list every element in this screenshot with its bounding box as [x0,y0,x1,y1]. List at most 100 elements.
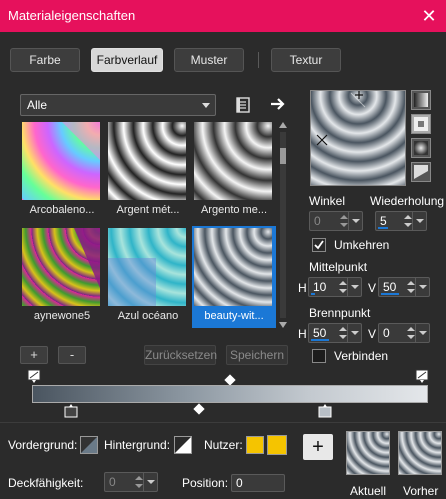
opacity-dropdown[interactable] [143,473,157,491]
invert-checkbox[interactable] [312,238,326,252]
repeats-value: 5 [380,214,387,228]
style-sunburst-button[interactable] [411,138,431,158]
focal-v-dropdown[interactable] [415,324,429,342]
background-swatch[interactable] [174,436,192,454]
scroll-down-icon [279,322,287,328]
gradient-color-stop[interactable] [64,404,78,418]
tab-farbverlauf[interactable]: Farbverlauf [91,48,163,72]
angle-stepper[interactable]: 0 [309,211,363,231]
title-bar: Materialeigenschaften ✕ [0,0,446,32]
remove-gradient-button[interactable]: - [58,346,86,364]
focal-label: Brennpunkt [309,306,371,320]
scroll-up-icon [279,122,287,128]
gradient-item[interactable]: aynewone5 [20,226,104,328]
opacity-stepper[interactable]: 0 [104,472,158,492]
center-v-value: 50 [383,280,397,294]
gradient-thumbnail [22,122,100,200]
current-material-preview[interactable] [346,431,390,475]
center-h-stepper[interactable]: 10 [308,277,362,297]
save-button[interactable]: Speichern [226,345,288,365]
gradient-item[interactable]: Azul océano [106,226,190,328]
close-button[interactable]: ✕ [418,5,440,27]
repeats-dropdown[interactable] [412,212,426,230]
gradient-thumbnail [22,228,100,306]
gradient-thumbnail [108,122,186,200]
chevron-down-icon [419,285,427,289]
gradient-name: beauty-wit... [204,310,264,322]
gradient-thumbnail [194,122,272,200]
chevron-down-icon [416,219,424,223]
style-radial-button[interactable] [411,162,431,182]
gradient-item[interactable]: Arcobaleno... [20,120,104,222]
focal-h-value: 50 [313,326,327,340]
stepper-arrows-icon [407,281,415,293]
stop-marker-icon [318,404,332,418]
position-field[interactable]: 0 [231,474,285,492]
user-color-swatch[interactable] [246,436,264,454]
gradient-list: Arcobaleno... Argent mét... Argento me..… [20,120,276,330]
stepper-arrows-icon [135,476,143,488]
reset-button[interactable]: Zurücksetzen [144,345,217,365]
chevron-down-icon [419,331,427,335]
foreground-swatch[interactable] [80,436,98,454]
focal-h-stepper[interactable]: 50 [308,323,362,343]
focal-v-stepper[interactable]: 0 [378,323,430,343]
gradient-item[interactable]: Argent mét... [106,120,190,222]
gradient-top-stop[interactable] [415,369,429,383]
stop-marker-icon [64,404,78,418]
library-button[interactable] [233,95,253,115]
previous-label: Vorher [403,484,439,498]
chevron-down-icon [351,331,359,335]
focal-h-dropdown[interactable] [347,324,361,342]
stepper-arrows-icon [339,327,347,339]
angle-label: Winkel [309,194,346,208]
focal-h-label: H [298,327,307,341]
add-material-button[interactable]: + [303,434,333,460]
stop-marker-icon [27,369,41,383]
center-v-label: V [368,281,377,295]
gradient-bar[interactable] [32,385,428,403]
focal-h-slider [311,339,329,341]
tab-farbe[interactable]: Farbe [10,48,80,72]
previous-material-preview[interactable] [398,431,442,475]
gradient-name: aynewone5 [33,310,91,322]
opacity-label: Deckfähigkeit: [8,476,84,490]
category-dropdown[interactable]: Alle [20,94,216,116]
add-gradient-button[interactable]: + [20,346,48,364]
chevron-down-icon [352,219,360,223]
gradient-preview[interactable] [310,90,406,186]
repeats-stepper[interactable]: 5 [375,211,427,231]
tab-muster[interactable]: Muster [174,48,244,72]
link-checkbox[interactable] [312,349,326,363]
stop-marker-icon [415,369,429,383]
gradient-color-stop[interactable] [318,404,332,418]
center-h-value: 10 [313,280,327,294]
scrollbar-thumb[interactable] [280,148,286,164]
gradient-thumbnail [194,228,272,306]
center-v-stepper[interactable]: 50 [378,277,430,297]
arrow-right-icon [271,98,285,110]
separator [0,422,446,423]
stepper-arrows-icon [339,281,347,293]
user-label: Nutzer: [204,438,243,452]
style-rectangular-button[interactable] [411,114,431,134]
next-button[interactable] [268,94,288,114]
user-color-swatch-large[interactable] [267,435,287,455]
stepper-arrows-icon [404,215,412,227]
style-linear-button[interactable] [411,90,431,110]
center-h-dropdown[interactable] [347,278,361,296]
gradient-item[interactable]: Argento me... [192,120,276,222]
tab-textur[interactable]: Textur [271,48,341,72]
gradient-name: Argent mét... [116,204,180,216]
angle-dropdown[interactable] [348,212,362,230]
gradient-item-selected[interactable]: beauty-wit... [192,226,276,328]
background-label: Hintergrund: [104,438,171,452]
gradient-top-stop[interactable] [27,369,41,383]
chevron-down-icon [147,480,155,484]
current-preview-image [347,432,389,474]
center-v-dropdown[interactable] [415,278,429,296]
foreground-gradient-icon [81,437,97,453]
gradient-list-scrollbar[interactable] [278,120,288,330]
tab-separator [258,52,259,68]
sunburst-gradient-icon [414,141,428,155]
